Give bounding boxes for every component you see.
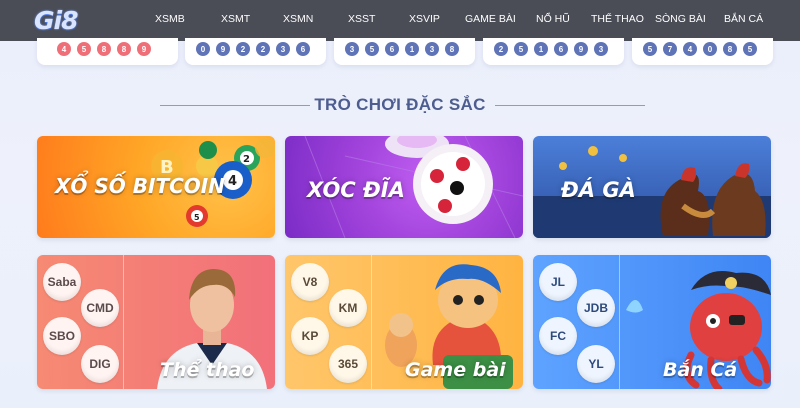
result-ball: 2 <box>256 42 270 56</box>
provider-divider <box>371 255 372 389</box>
result-ball: 3 <box>345 42 359 56</box>
result-ball: 0 <box>196 42 210 56</box>
result-ball: 5 <box>514 42 528 56</box>
card-label: Game bài <box>405 359 506 381</box>
svg-text:5: 5 <box>194 213 200 222</box>
result-ball: 6 <box>296 42 310 56</box>
nav-item-no-hu[interactable]: NỔ HŨ <box>536 13 570 25</box>
card-label: XỔ SỐ BITCOIN <box>55 174 225 198</box>
result-ball: 3 <box>276 42 290 56</box>
provider-km[interactable]: KM <box>329 289 367 327</box>
result-ball: 3 <box>425 42 439 56</box>
result-ball: 1 <box>534 42 548 56</box>
provider-fc[interactable]: FC <box>539 317 577 355</box>
result-ball: 8 <box>723 42 737 56</box>
svg-text:4: 4 <box>228 174 237 189</box>
result-ball: 8 <box>445 42 459 56</box>
top-navbar: Gi8 XSMB XSMT XSMN XSST XSVIP GAME BÀI N… <box>0 0 800 41</box>
result-ball: 9 <box>574 42 588 56</box>
card-label: Bắn Cá <box>663 359 738 381</box>
result-ball: 9 <box>137 42 151 56</box>
provider-dig[interactable]: DIG <box>81 345 119 383</box>
result-ball: 7 <box>663 42 677 56</box>
nav-item-ban-ca[interactable]: BẮN CÁ <box>724 13 763 25</box>
provider-kp[interactable]: KP <box>291 317 329 355</box>
nav-item-xsvip[interactable]: XSVIP <box>409 13 440 25</box>
lottery-result-card[interactable]: 3 5 6 1 3 8 <box>334 38 475 65</box>
result-ball: 5 <box>643 42 657 56</box>
game-card-ban-ca[interactable]: JL JDB FC YL Bắn Cá <box>533 255 771 389</box>
result-ball: 0 <box>703 42 717 56</box>
result-ball: 5 <box>743 42 757 56</box>
result-ball: 1 <box>405 42 419 56</box>
result-ball: 8 <box>97 42 111 56</box>
provider-sbo[interactable]: SBO <box>43 317 81 355</box>
result-ball: 4 <box>683 42 697 56</box>
result-ball: 2 <box>236 42 250 56</box>
game-card-xoc-dia[interactable]: XÓC ĐĨA <box>285 136 523 238</box>
provider-jl[interactable]: JL <box>539 263 577 301</box>
nav-item-xsmn[interactable]: XSMN <box>283 13 313 25</box>
game-card-da-ga[interactable]: ĐÁ GÀ <box>533 136 771 238</box>
provider-cmd[interactable]: CMD <box>81 289 119 327</box>
lottery-result-card[interactable]: 2 5 1 6 9 3 <box>483 38 624 65</box>
lottery-result-card[interactable]: 4 5 8 8 9 <box>37 38 178 65</box>
title-divider-right <box>495 105 645 106</box>
section-title: TRÒ CHƠI ĐẶC SẮC <box>314 95 486 114</box>
svg-text:2: 2 <box>243 154 250 165</box>
result-ball: 9 <box>216 42 230 56</box>
title-divider-left <box>160 105 310 106</box>
game-card-the-thao[interactable]: Saba CMD SBO DIG Thể thao <box>37 255 275 389</box>
provider-saba[interactable]: Saba <box>43 263 81 301</box>
lottery-result-card[interactable]: 5 7 4 0 8 5 <box>632 38 773 65</box>
result-ball: 3 <box>594 42 608 56</box>
card-label: XÓC ĐĨA <box>307 178 405 202</box>
provider-divider <box>619 255 620 389</box>
nav-item-xsst[interactable]: XSST <box>348 13 375 25</box>
result-ball: 5 <box>77 42 91 56</box>
card-label: Thể thao <box>160 359 255 381</box>
card-label: ĐÁ GÀ <box>561 178 636 202</box>
nav-item-game-bai[interactable]: GAME BÀI <box>465 13 516 25</box>
nav-item-the-thao[interactable]: THỂ THAO <box>591 13 644 25</box>
provider-365[interactable]: 365 <box>329 345 367 383</box>
provider-v8[interactable]: V8 <box>291 263 329 301</box>
game-card-xo-so-bitcoin[interactable]: B 2 4 5 XỔ SỐ BITCOIN <box>37 136 275 238</box>
provider-jdb[interactable]: JDB <box>577 289 615 327</box>
result-ball: 6 <box>385 42 399 56</box>
provider-divider <box>123 255 124 389</box>
nav-item-xsmb[interactable]: XSMB <box>155 13 185 25</box>
result-ball: 5 <box>365 42 379 56</box>
result-ball: 4 <box>57 42 71 56</box>
nav-item-xsmt[interactable]: XSMT <box>221 13 250 25</box>
lottery-result-card[interactable]: 0 9 2 2 3 6 <box>185 38 326 65</box>
site-logo[interactable]: Gi8 <box>34 6 78 36</box>
game-card-game-bai[interactable]: V8 KM KP 365 Game bài <box>285 255 523 389</box>
result-ball: 2 <box>494 42 508 56</box>
main-nav: XSMB XSMT XSMN XSST XSVIP GAME BÀI NỔ HŨ… <box>140 0 790 41</box>
result-ball: 6 <box>554 42 568 56</box>
provider-yl[interactable]: YL <box>577 345 615 383</box>
result-ball: 8 <box>117 42 131 56</box>
nav-item-song-bai[interactable]: SÒNG BÀI <box>655 13 706 25</box>
